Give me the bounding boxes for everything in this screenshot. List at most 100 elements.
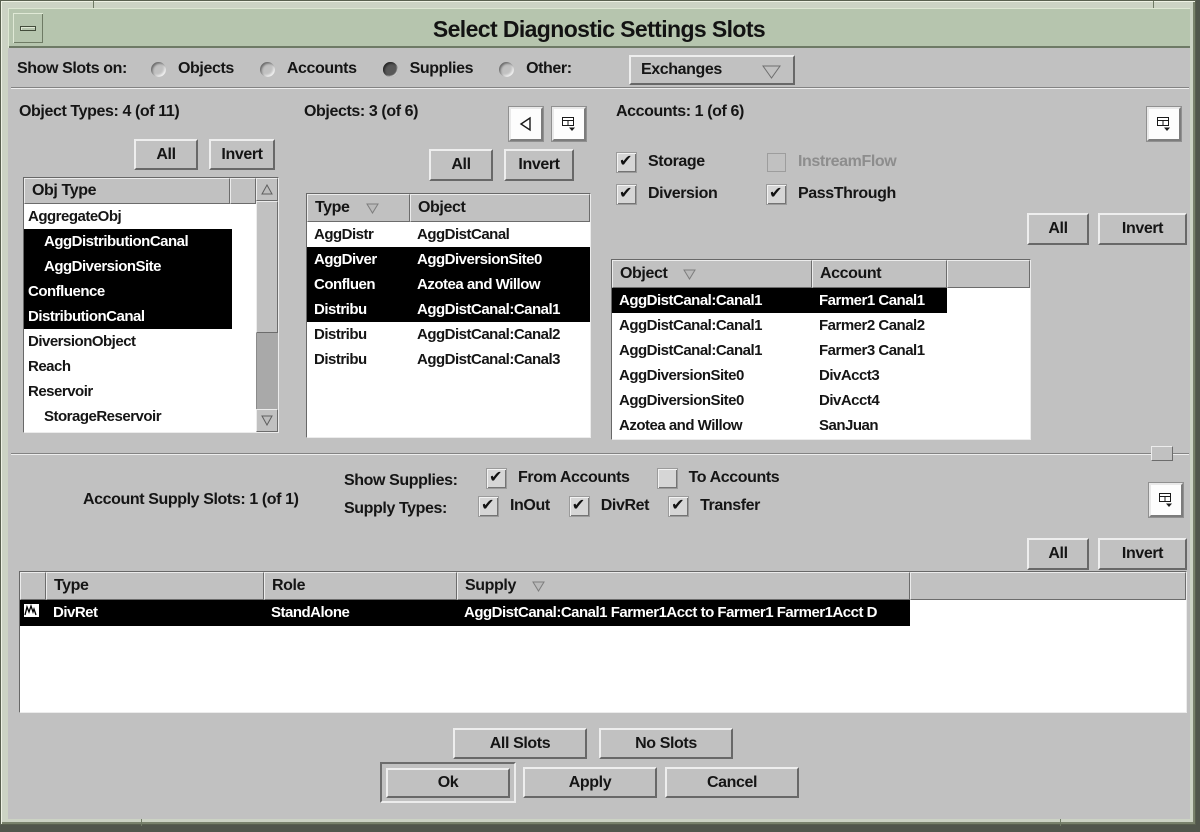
supply-types-label: Supply Types: <box>344 500 447 518</box>
radio-option[interactable]: Accounts <box>260 60 357 78</box>
cancel-button[interactable]: Cancel <box>665 767 799 798</box>
objects-table: Type Object AggDistr AggDistCanal <box>306 193 591 438</box>
accounts-object-header[interactable]: Object <box>612 260 812 288</box>
list-item[interactable]: Reach <box>24 354 256 379</box>
checkbox-label: To Accounts <box>689 469 780 487</box>
checkbox-item[interactable]: ✔ Diversion <box>617 183 767 205</box>
sort-indicator-icon <box>366 203 379 214</box>
table-row[interactable]: Distribu AggDistCanal:Canal2 <box>307 322 590 347</box>
checkbox-item[interactable]: ✔ InstreamFlow <box>767 151 896 173</box>
scrollbar-trough[interactable] <box>256 333 278 409</box>
table-row[interactable]: AggDistCanal:Canal1 Farmer1 Canal1 <box>612 288 1030 313</box>
radio-icon[interactable] <box>383 62 398 77</box>
list-item[interactable]: Reservoir <box>24 379 256 404</box>
account-type-checkboxes: ✔ Storage ✔ InstreamFlow ✔ Diversion ✔ P… <box>617 151 896 205</box>
checkbox-item[interactable]: ✔ From Accounts <box>487 467 630 489</box>
supply-slots-table: Type Role Supply <box>19 571 1187 713</box>
frame-joint <box>1060 819 1061 826</box>
objects-type-header[interactable]: Type <box>307 194 410 222</box>
checkbox-item[interactable]: ✔ DivRet <box>570 495 649 517</box>
object-types-column-header[interactable]: Obj Type <box>24 178 230 204</box>
objects-all-button[interactable]: All <box>429 149 493 181</box>
list-item[interactable]: AggDistributionCanal <box>24 229 256 254</box>
list-item[interactable]: Confluence <box>24 279 256 304</box>
back-triangle-button[interactable] <box>509 107 543 141</box>
frame-joint <box>141 819 142 826</box>
radio-option[interactable]: Supplies <box>383 60 473 78</box>
list-item[interactable]: AggDiversionSite <box>24 254 256 279</box>
other-dropdown[interactable]: Exchanges <box>629 55 795 85</box>
accounts-view-menu-button[interactable] <box>1147 107 1181 141</box>
list-item[interactable]: DistributionCanal <box>24 304 256 329</box>
checkbox-label: Transfer <box>700 497 760 515</box>
checkbox-icon[interactable]: ✔ <box>617 185 636 204</box>
table-row[interactable]: AggDiversionSite0 DivAcct3 <box>612 363 1030 388</box>
accounts-all-button[interactable]: All <box>1027 213 1089 245</box>
checkbox-icon[interactable]: ✔ <box>767 185 786 204</box>
checkbox-item[interactable]: ✔ PassThrough <box>767 183 896 205</box>
checkbox-icon[interactable]: ✔ <box>658 469 677 488</box>
divider <box>11 87 1189 89</box>
titlebar[interactable]: Select Diagnostic Settings Slots <box>8 8 1190 48</box>
radio-icon[interactable] <box>151 62 166 77</box>
radio-label: Supplies <box>410 60 473 78</box>
checkbox-icon[interactable]: ✔ <box>617 153 636 172</box>
radio-label: Accounts <box>287 60 357 78</box>
frame-joint <box>1153 1 1154 8</box>
list-item[interactable]: AggregateObj <box>24 204 256 229</box>
checkbox-item[interactable]: ✔ InOut <box>479 495 550 517</box>
table-row[interactable]: Confluen Azotea and Willow <box>307 272 590 297</box>
checkbox-icon[interactable]: ✔ <box>767 153 786 172</box>
table-row[interactable]: AggDistr AggDistCanal <box>307 222 590 247</box>
table-row[interactable]: AggDistCanal:Canal1 Farmer2 Canal2 <box>612 313 1030 338</box>
table-row[interactable]: Azotea and Willow SanJuan <box>612 413 1030 438</box>
supply-type-header[interactable]: Type <box>46 572 264 600</box>
objects-view-menu-button[interactable] <box>552 107 586 141</box>
checkbox-icon[interactable]: ✔ <box>570 497 589 516</box>
radio-option[interactable]: Objects <box>151 60 234 78</box>
objects-object-header[interactable]: Object <box>410 194 590 222</box>
supply-role-header[interactable]: Role <box>264 572 457 600</box>
table-row[interactable]: DivRet StandAlone AggDistCanal:Canal1 Fa… <box>20 600 1186 626</box>
all-slots-button[interactable]: All Slots <box>453 728 587 759</box>
frame-joint <box>93 1 94 8</box>
checkbox-item[interactable]: ✔ Storage <box>617 151 767 173</box>
show-supplies-checkboxes: ✔ From Accounts ✔ To Accounts <box>487 467 779 489</box>
radio-label: Objects <box>178 60 234 78</box>
object-types-all-button[interactable]: All <box>134 139 198 170</box>
checkbox-item[interactable]: ✔ Transfer <box>669 495 760 517</box>
supply-all-button[interactable]: All <box>1027 538 1089 570</box>
apply-button[interactable]: Apply <box>523 767 657 798</box>
table-row[interactable]: Distribu AggDistCanal:Canal3 <box>307 347 590 372</box>
scroll-up-icon[interactable] <box>256 178 278 201</box>
supply-invert-button[interactable]: Invert <box>1098 538 1187 570</box>
ok-button[interactable]: Ok <box>386 768 510 798</box>
checkbox-icon[interactable]: ✔ <box>487 469 506 488</box>
accounts-account-header[interactable]: Account <box>812 260 947 288</box>
table-row[interactable]: AggDiversionSite0 DivAcct4 <box>612 388 1030 413</box>
accounts-title: Accounts: 1 (of 6) <box>616 103 744 121</box>
supply-supply-header[interactable]: Supply <box>457 572 910 600</box>
list-item[interactable]: DiversionObject <box>24 329 256 354</box>
scrollbar-thumb[interactable] <box>256 201 278 333</box>
radio-option[interactable]: Other: <box>499 60 572 78</box>
list-item[interactable]: StorageReservoir <box>24 404 256 429</box>
checkbox-icon[interactable]: ✔ <box>669 497 688 516</box>
checkbox-item[interactable]: ✔ To Accounts <box>658 467 780 489</box>
accounts-invert-button[interactable]: Invert <box>1098 213 1187 245</box>
objects-invert-button[interactable]: Invert <box>504 149 574 181</box>
table-row[interactable]: AggDistCanal:Canal1 Farmer3 Canal1 <box>612 338 1030 363</box>
object-types-title: Object Types: 4 (of 11) <box>19 103 179 121</box>
no-slots-button[interactable]: No Slots <box>599 728 733 759</box>
radio-icon[interactable] <box>499 62 514 77</box>
object-types-invert-button[interactable]: Invert <box>209 139 275 170</box>
supply-view-menu-button[interactable] <box>1149 483 1183 517</box>
column-header-filler <box>947 260 1030 288</box>
scroll-down-icon[interactable] <box>256 409 278 432</box>
checkbox-icon[interactable]: ✔ <box>479 497 498 516</box>
scrollbar[interactable] <box>256 178 278 432</box>
splitter-handle[interactable] <box>1151 446 1173 461</box>
table-row[interactable]: AggDiver AggDiversionSite0 <box>307 247 590 272</box>
radio-icon[interactable] <box>260 62 275 77</box>
table-row[interactable]: Distribu AggDistCanal:Canal1 <box>307 297 590 322</box>
